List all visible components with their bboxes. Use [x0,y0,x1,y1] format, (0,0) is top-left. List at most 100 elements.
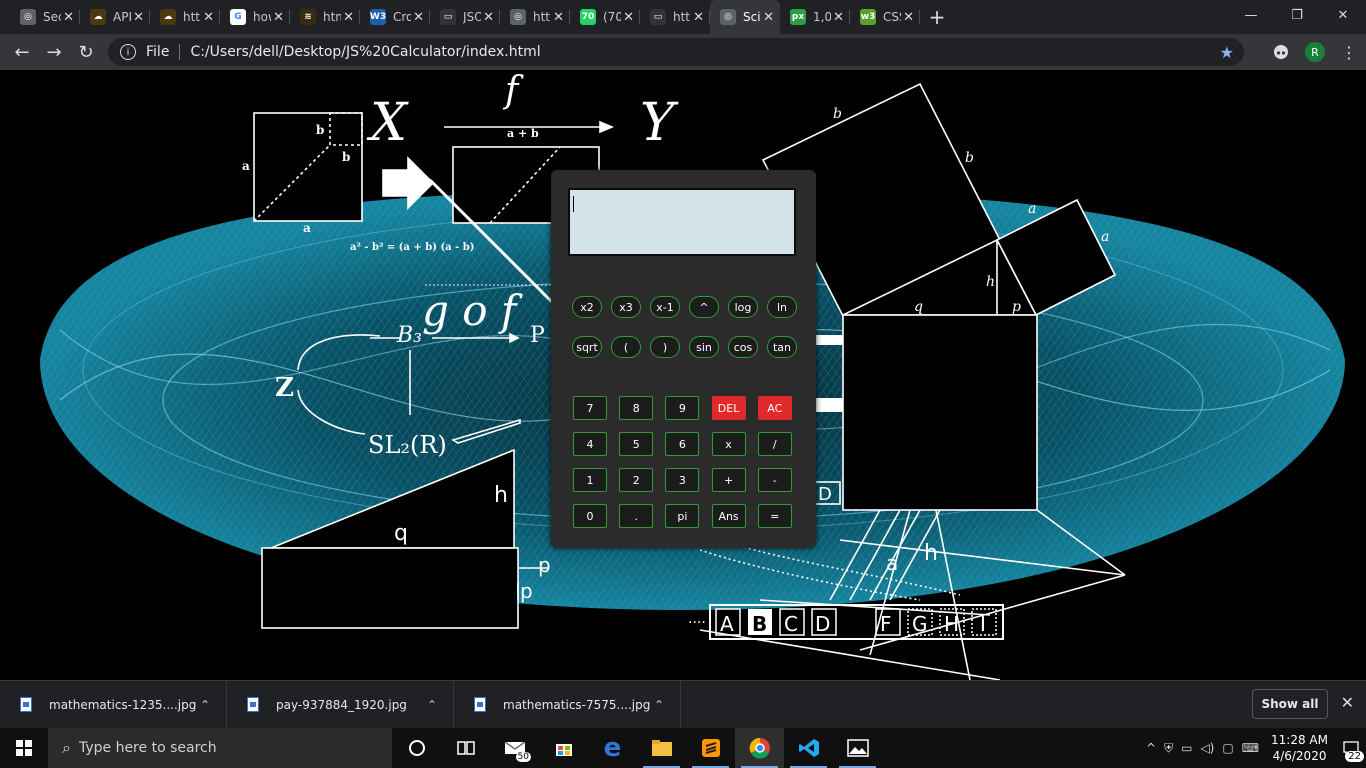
tab-close-icon[interactable]: ✕ [903,10,914,25]
minimize-button[interactable]: — [1228,0,1274,30]
key-button[interactable]: 5 [619,432,654,456]
browser-tab[interactable]: 70 (70)✕ [570,0,640,34]
browser-tab[interactable]: px 1,00✕ [780,0,850,34]
tab-close-icon[interactable]: ✕ [833,10,844,25]
store-icon[interactable] [539,728,588,768]
sci-key-tan-button[interactable]: tan [767,336,797,358]
sci-key-sin-button[interactable]: sin [689,336,719,358]
action-center-icon[interactable]: 22 [1336,728,1366,768]
browser-tab[interactable]: ≋ htm✕ [290,0,360,34]
sci-key-x2-button[interactable]: x2 [572,296,602,318]
key-button[interactable]: 2 [619,468,654,492]
browser-tab[interactable]: ▭ JSOI✕ [430,0,500,34]
sci-key-x3-button[interactable]: x3 [611,296,641,318]
vscode-icon[interactable] [784,728,833,768]
address-bar[interactable]: i File C:/Users/dell/Desktop/JS%20Calcul… [108,38,1244,66]
browser-tab[interactable]: ◎ Scie✕ [710,0,780,34]
show-hidden-icons-icon[interactable]: ^ [1146,741,1156,755]
key-button[interactable]: pi [665,504,700,528]
keyboard-icon[interactable]: ⌨ [1242,741,1259,755]
tab-close-icon[interactable]: ✕ [553,10,564,25]
key-button[interactable]: + [711,468,746,492]
browser-tab[interactable]: ◎ Secti✕ [10,0,80,34]
bookmark-star-icon[interactable]: ★ [1220,43,1234,62]
key-button[interactable]: 8 [619,396,654,420]
profile-avatar[interactable]: R [1305,42,1325,62]
tab-close-icon[interactable]: ✕ [343,10,354,25]
tab-close-icon[interactable]: ✕ [763,10,774,25]
sublime-text-icon[interactable] [686,728,735,768]
tab-close-icon[interactable]: ✕ [133,10,144,25]
key-button[interactable]: x [711,432,746,456]
tab-close-icon[interactable]: ✕ [203,10,214,25]
reload-button[interactable]: ↻ [70,36,102,68]
tab-close-icon[interactable]: ✕ [63,10,74,25]
download-item[interactable]: pay-937884_1920.jpg ⌃ [227,680,454,729]
tab-close-icon[interactable]: ✕ [483,10,494,25]
browser-tab[interactable]: ☁ API -✕ [80,0,150,34]
browser-tab[interactable]: w3 CSS✕ [850,0,920,34]
key-button[interactable]: 0 [573,504,607,528]
photos-icon[interactable] [833,728,882,768]
sci-key-x1-button[interactable]: x-1 [650,296,680,318]
key-button[interactable]: DEL [711,396,746,420]
system-clock[interactable]: 11:28 AM 4/6/2020 [1271,732,1328,764]
sci-key-ln-button[interactable]: ln [767,296,797,318]
key-button[interactable]: - [757,468,792,492]
security-icon[interactable]: ⛨ [1164,741,1173,756]
key-button[interactable]: 6 [665,432,700,456]
key-button[interactable]: = [757,504,792,528]
mail-icon[interactable]: 50 [490,728,539,768]
info-icon[interactable]: i [120,44,136,60]
key-button[interactable]: 1 [573,468,607,492]
close-downloads-button[interactable]: ✕ [1341,693,1354,712]
chevron-up-icon[interactable]: ⌃ [200,698,210,712]
menu-icon[interactable]: ⋮ [1332,43,1366,62]
tab-close-icon[interactable]: ✕ [623,10,634,25]
key-button[interactable]: 7 [573,396,607,420]
sci-key--button[interactable]: ( [611,336,641,358]
browser-tab[interactable]: ◎ http✕ [500,0,570,34]
maximize-button[interactable]: ❐ [1274,0,1320,30]
tab-close-icon[interactable]: ✕ [693,10,704,25]
sci-key--button[interactable]: ^ [689,296,719,318]
edge-icon[interactable]: e [588,728,637,768]
file-explorer-icon[interactable] [637,728,686,768]
calculator-display[interactable] [568,188,796,256]
new-tab-button[interactable]: + [920,0,954,34]
browser-tab[interactable]: ▭ http✕ [640,0,710,34]
key-button[interactable]: 3 [665,468,700,492]
tab-close-icon[interactable]: ✕ [413,10,424,25]
key-button[interactable]: / [757,432,792,456]
key-button[interactable]: Ans [711,504,746,528]
chrome-icon[interactable] [735,728,784,768]
browser-tab[interactable]: ☁ http:✕ [150,0,220,34]
start-button[interactable] [0,728,48,768]
tab-close-icon[interactable]: ✕ [273,10,284,25]
task-view-icon[interactable] [441,728,490,768]
close-window-button[interactable]: ✕ [1320,0,1366,30]
browser-tab[interactable]: Ghow✕ [220,0,290,34]
chevron-up-icon[interactable]: ⌃ [654,698,664,712]
cortana-icon[interactable] [392,728,441,768]
key-button[interactable]: 9 [665,396,700,420]
show-all-button[interactable]: Show all [1252,689,1328,719]
sci-key-log-button[interactable]: log [728,296,758,318]
network-icon[interactable]: ▢ [1222,741,1233,755]
forward-button[interactable]: → [38,36,70,68]
sci-key-cos-button[interactable]: cos [728,336,758,358]
taskbar-search-box[interactable]: ⌕ Type here to search [48,728,392,768]
url-text[interactable]: C:/Users/dell/Desktop/JS%20Calculator/in… [190,44,540,60]
sci-key--button[interactable]: ) [650,336,680,358]
incognito-icon[interactable] [1264,44,1298,60]
download-item[interactable]: mathematics-7575....jpg ⌃ [454,680,681,729]
back-button[interactable]: ← [6,36,38,68]
key-button[interactable]: 4 [573,432,607,456]
volume-icon[interactable]: ◁) [1200,741,1214,755]
key-button[interactable]: AC [757,396,792,420]
download-item[interactable]: mathematics-1235....jpg ⌃ [0,680,227,729]
key-button[interactable]: . [619,504,654,528]
browser-tab[interactable]: W3 Cros✕ [360,0,430,34]
battery-icon[interactable]: ▭ [1181,741,1192,755]
chevron-up-icon[interactable]: ⌃ [427,698,437,712]
